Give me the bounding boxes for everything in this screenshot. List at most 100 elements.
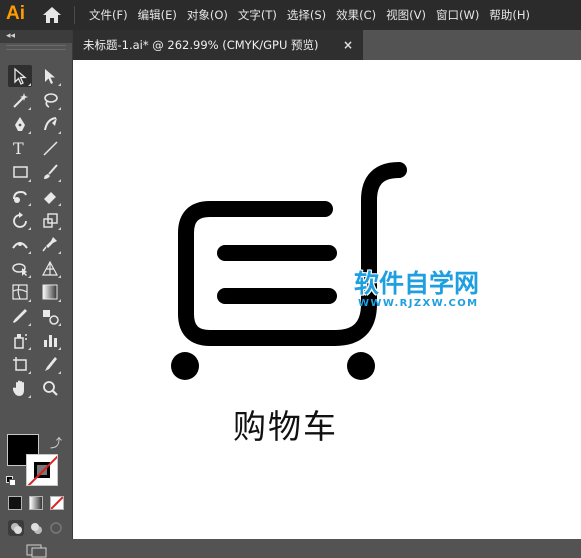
close-tab-icon[interactable]: ×	[343, 30, 353, 60]
flyout-indicator	[28, 347, 31, 350]
document-tab-bar: 未标题-1.ai* @ 262.99% (CMYK/GPU 预览) ×	[73, 30, 581, 60]
collapse-panel-icon[interactable]: ◂◂	[6, 31, 15, 41]
eyedropper-tool-icon	[13, 309, 27, 323]
menu-type[interactable]: 文字(T)	[238, 0, 277, 30]
paintbrush-tool-icon	[44, 164, 58, 179]
mesh-tool-icon	[12, 284, 28, 300]
puppet-warp-tool-button[interactable]	[38, 233, 62, 255]
flyout-indicator	[28, 83, 31, 86]
flyout-indicator	[58, 251, 61, 254]
flyout-indicator	[58, 347, 61, 350]
flyout-indicator	[28, 251, 31, 254]
flyout-indicator	[58, 83, 61, 86]
mesh-tool-button[interactable]	[8, 281, 32, 303]
draw-behind-icon[interactable]	[28, 520, 44, 536]
curvature-tool-button[interactable]	[38, 113, 62, 135]
swap-fill-stroke-icon[interactable]: ⤴	[50, 434, 62, 451]
menu-effect[interactable]: 效果(C)	[336, 0, 376, 30]
flyout-indicator	[28, 227, 31, 230]
pen-tool-button[interactable]	[8, 113, 32, 135]
paintbrush-tool-button[interactable]	[38, 161, 62, 183]
stroke-color-swatch[interactable]	[26, 454, 58, 486]
line-segment-tool-button[interactable]	[38, 137, 62, 159]
document-tab[interactable]: 未标题-1.ai* @ 262.99% (CMYK/GPU 预览) ×	[73, 30, 363, 60]
flyout-indicator	[58, 323, 61, 326]
rectangle-tool-button[interactable]	[8, 161, 32, 183]
gradient-tool-button[interactable]	[38, 281, 62, 303]
shopping-cart-artwork[interactable]	[73, 60, 581, 539]
watermark-url: WWW.RJZXW.COM	[358, 298, 479, 309]
slice-tool-button[interactable]	[38, 353, 62, 375]
artboard-tool-icon	[13, 357, 27, 371]
slice-tool-icon	[45, 357, 57, 371]
type-tool-icon: T	[13, 139, 24, 157]
gradient-tool-icon	[42, 284, 58, 300]
flyout-indicator	[28, 131, 31, 134]
flyout-indicator	[58, 227, 61, 230]
menu-view[interactable]: 视图(V)	[386, 0, 426, 30]
screen-mode-icon[interactable]	[26, 544, 48, 558]
color-mode-button[interactable]	[8, 496, 22, 510]
hand-tool-button[interactable]	[8, 377, 32, 399]
tools-panel-header: ◂◂	[0, 30, 72, 43]
lasso-tool-icon	[44, 93, 58, 108]
symbol-sprayer-tool-button[interactable]	[8, 329, 32, 351]
panel-grip[interactable]	[6, 45, 66, 50]
lasso-tool-button[interactable]	[38, 89, 62, 111]
direct-selection-tool-button[interactable]	[38, 65, 62, 87]
svg-text:T: T	[13, 139, 24, 157]
shaper-tool-button[interactable]	[8, 185, 32, 207]
column-graph-tool-icon	[44, 335, 57, 347]
shape-builder-tool-button[interactable]	[8, 257, 32, 279]
rotate-tool-icon	[13, 212, 27, 228]
menu-window[interactable]: 窗口(W)	[436, 0, 479, 30]
magic-wand-tool-icon	[13, 93, 28, 108]
illustrator-logo: Ai	[6, 3, 25, 24]
blend-tool-button[interactable]	[38, 305, 62, 327]
width-tool-icon	[12, 242, 28, 249]
column-graph-tool-button[interactable]	[38, 329, 62, 351]
zoom-tool-icon	[43, 381, 58, 396]
scale-tool-button[interactable]	[38, 209, 62, 231]
flyout-indicator	[58, 275, 61, 278]
flyout-indicator	[28, 107, 31, 110]
draw-normal-icon[interactable]	[8, 520, 24, 536]
gradient-mode-button[interactable]	[29, 496, 43, 510]
artboard-canvas[interactable]: 购物车 软件自学网 WWW.RJZXW.COM	[73, 60, 581, 539]
none-icon	[51, 497, 63, 509]
selection-tool-button[interactable]	[8, 65, 32, 87]
perspective-grid-tool-icon	[41, 260, 59, 276]
menu-select[interactable]: 选择(S)	[287, 0, 326, 30]
perspective-grid-tool-button[interactable]	[38, 257, 62, 279]
flyout-indicator	[28, 395, 31, 398]
type-tool-button[interactable]: T	[8, 137, 32, 159]
flyout-indicator	[28, 323, 31, 326]
home-icon[interactable]	[42, 6, 62, 24]
draw-inside-icon[interactable]	[48, 520, 64, 536]
default-fill-stroke-icon[interactable]	[6, 476, 16, 486]
menu-edit[interactable]: 编辑(E)	[138, 0, 177, 30]
shape-builder-tool-icon	[12, 263, 27, 276]
flyout-indicator	[58, 371, 61, 374]
cart-left-wheel	[171, 352, 199, 380]
rectangle-tool-icon	[13, 166, 28, 178]
flyout-indicator	[28, 299, 31, 302]
zoom-tool-button[interactable]	[38, 377, 62, 399]
cart-right-wheel	[347, 352, 375, 380]
curvature-tool-icon	[44, 117, 57, 131]
pen-tool-icon	[15, 117, 25, 131]
eyedropper-tool-button[interactable]	[8, 305, 32, 327]
magic-wand-tool-button[interactable]	[8, 89, 32, 111]
none-mode-button[interactable]	[50, 496, 64, 510]
scale-tool-icon	[43, 213, 58, 228]
artboard-tool-button[interactable]	[8, 353, 32, 375]
menu-file[interactable]: 文件(F)	[89, 0, 128, 30]
watermark: 软件自学网 WWW.RJZXW.COM	[354, 270, 504, 310]
width-tool-button[interactable]	[8, 233, 32, 255]
flyout-indicator	[28, 275, 31, 278]
menu-help[interactable]: 帮助(H)	[489, 0, 530, 30]
none-slash-icon	[27, 455, 57, 485]
eraser-tool-button[interactable]	[38, 185, 62, 207]
rotate-tool-button[interactable]	[8, 209, 32, 231]
menu-object[interactable]: 对象(O)	[187, 0, 228, 30]
